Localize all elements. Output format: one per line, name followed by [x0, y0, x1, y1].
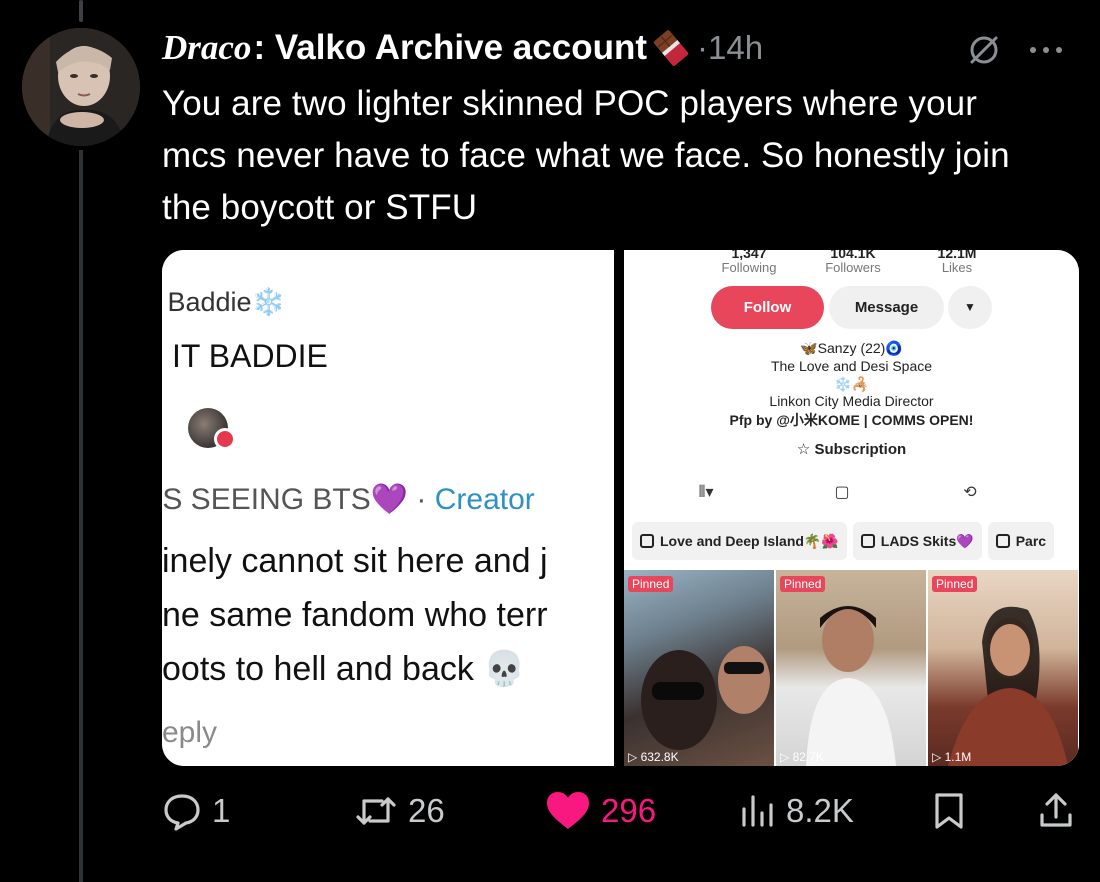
playlist-chip: LADS Skits💜 [852, 522, 982, 560]
pinned-badge: Pinned [628, 576, 674, 592]
subscription-label: ☆ Subscription [796, 441, 907, 458]
video-thumbnail: Pinned ▷ 632.8K [624, 570, 774, 766]
repost-icon [354, 791, 398, 831]
display-name-rest[interactable]: : Valko Archive account [253, 28, 647, 68]
video-grid: Pinned ▷ 632.8K Pinned ▷ 82.7K Pinned ▷ … [624, 570, 1079, 766]
more-icon[interactable] [1026, 40, 1066, 60]
like-button[interactable]: 296 [545, 786, 656, 836]
view-count: ▷ 632.8K [628, 750, 679, 764]
bookmark-icon [932, 791, 966, 831]
profile-name: i Baddie❄️ [162, 287, 286, 317]
heart-icon [545, 791, 591, 831]
reply-count: 1 [212, 792, 231, 829]
reply-button[interactable]: 1 [162, 786, 230, 836]
dropdown-button: ▼ [948, 286, 992, 329]
profile-bio: IT BADDIE [172, 338, 328, 374]
post-text: You are two lighter skinned POC players … [162, 84, 1010, 227]
grid-tab-icon: ⦀▾ [698, 484, 714, 501]
profile-stats: 1,347 Following 104.1K Followers 12.1M Like… [624, 250, 1079, 278]
media-attachment[interactable]: i Baddie❄️ IT BADDIE IS SEEING BTS💜 · Cr… [162, 250, 1079, 766]
like-count: 296 [601, 792, 657, 829]
playlist-chip: Love and Deep Island🌴🌺 [632, 522, 847, 560]
thread-line-top [79, 0, 83, 22]
screenshot-left: i Baddie❄️ IT BADDIE IS SEEING BTS💜 · Cr… [162, 250, 614, 766]
heart-badge-icon [214, 428, 236, 450]
post-header: Draco : Valko Archive account ·14h [162, 24, 1080, 72]
comment-text: inely cannot sit here and j ne same fand… [162, 542, 548, 688]
reply-icon [162, 791, 202, 831]
bio-line: ❄️🦂 [834, 376, 869, 392]
bio-line: 🦋Sanzy (22)🧿 [800, 340, 903, 356]
subscription-icon: ☆ [796, 441, 815, 458]
playlist-chips: Love and Deep Island🌴🌺 LADS Skits💜 Parc [632, 522, 1060, 560]
bio-line: Linkon City Media Director [769, 393, 934, 409]
bio-line: Pfp by @小米KOME | COMMS OPEN! [729, 412, 974, 428]
stat-following: 1,347 Following [721, 250, 777, 275]
video-thumbnail: Pinned ▷ 82.7K [776, 570, 926, 766]
repost-tab-icon: ⟲ [963, 484, 977, 501]
repost-button[interactable]: 26 [354, 786, 445, 836]
views-icon [740, 791, 776, 831]
comment-author: IS SEEING BTS💜 · Creator [162, 483, 535, 516]
creator-label: Creator [434, 483, 535, 516]
view-count: ▷ 1.1M [932, 750, 972, 764]
message-button: Message [829, 286, 944, 329]
video-thumbnail: Pinned ▷ 1.1M [928, 570, 1078, 766]
private-tab-icon: ▢ [834, 484, 850, 501]
timestamp[interactable]: ·14h [697, 29, 763, 67]
stat-followers: 104.1K Followers [825, 250, 881, 275]
bio-line: The Love and Desi Space [770, 358, 933, 374]
follow-button: Follow [711, 286, 824, 329]
repost-count: 26 [408, 792, 445, 829]
media-divider [614, 250, 624, 766]
reply-link: eply [162, 716, 218, 749]
views-button[interactable]: 8.2K [740, 786, 854, 836]
profile-tabs: ⦀▾ ▢ ⟲ [624, 478, 1079, 508]
share-icon [1038, 791, 1074, 831]
pinned-badge: Pinned [780, 576, 826, 592]
screenshot-right: 1,347 Following 104.1K Followers 12.1M Like… [624, 250, 1079, 766]
playlist-chip: Parc [987, 522, 1055, 560]
chocolate-bar-icon [653, 30, 689, 66]
action-bar: 1 26 296 8.2K [162, 786, 1080, 836]
share-button[interactable] [1038, 786, 1074, 836]
pinned-badge: Pinned [932, 576, 978, 592]
mute-icon[interactable] [966, 32, 1002, 68]
avatar[interactable] [22, 28, 140, 146]
stat-likes: 12.1M Likes [937, 250, 977, 275]
view-count: ▷ 82.7K [780, 750, 824, 764]
views-count: 8.2K [786, 792, 854, 829]
thread-line [79, 150, 83, 882]
bookmark-button[interactable] [932, 786, 966, 836]
display-name[interactable]: Draco [162, 28, 251, 68]
